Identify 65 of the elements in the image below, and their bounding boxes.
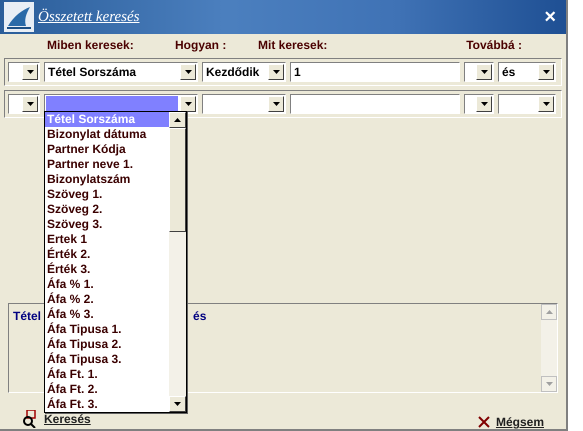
column-header: Továbbá : [465,37,522,54]
dropdown-item[interactable]: Áfa Ft. 2. [45,382,169,397]
window-title: Összetett keresés [38,8,140,27]
sail-logo-icon [4,2,34,32]
dropdown-item[interactable]: Partner Kódja [45,142,169,157]
dropdown-item[interactable]: Áfa Ft. 1. [45,367,169,382]
dropdown-arrow-button[interactable] [22,96,38,112]
summary-text: Tétel [13,308,42,325]
dropdown-arrow-button[interactable] [22,64,38,80]
caret-icon [26,70,34,74]
suffix-combo[interactable] [464,94,494,114]
dropdown-item[interactable]: Szöveg 3. [45,217,169,232]
value-field[interactable]: 1 [290,62,460,82]
search-icon [22,410,38,428]
dropdown-item[interactable]: Ertek 1 [45,232,169,247]
caret-icon [542,102,550,106]
dropdown-item[interactable]: Bizonylat dátuma [45,127,169,142]
dropdown-item[interactable]: Áfa % 3. [45,307,169,322]
dropdown-arrow-button[interactable] [180,64,196,80]
dropdown-item[interactable]: Érték 3. [45,262,169,277]
dropdown-item[interactable]: Áfa % 2. [45,292,169,307]
dropdown-item[interactable]: Érték 2. [45,247,169,262]
search-button[interactable]: Keresés [22,410,91,428]
dropdown-arrow-button[interactable] [476,96,492,112]
caret-icon [26,102,34,106]
dropdown-arrow-button[interactable] [538,64,554,80]
scrollbar[interactable] [169,112,186,412]
caret-icon [184,102,192,106]
method-combo[interactable] [202,94,286,114]
dropdown-item[interactable]: Áfa Tipusa 1. [45,322,169,337]
next-combo[interactable]: és [498,62,556,82]
dropdown-item[interactable]: Szöveg 1. [45,187,169,202]
dropdown-arrow-button[interactable] [476,64,492,80]
field-combo[interactable]: Tétel Sorszáma [44,62,198,82]
close-icon [478,416,490,428]
close-button[interactable]: × [544,7,562,27]
prefix-combo[interactable] [8,62,40,82]
dropdown-arrow-button[interactable] [538,96,554,112]
dropdown-item[interactable]: Áfa Tipusa 2. [45,337,169,352]
caret-icon [184,70,192,74]
value-field[interactable] [290,94,460,114]
dropdown-arrow-button[interactable] [180,96,196,112]
method-combo[interactable]: Kezdődik [202,62,286,82]
column-header: Mit keresek: [257,37,328,54]
dropdown-item[interactable]: Partner neve 1. [45,157,169,172]
caret-icon [272,102,280,106]
caret-icon [272,70,280,74]
summary-text: és [193,308,206,325]
caret-icon [480,102,488,106]
dropdown-arrow-button[interactable] [268,96,284,112]
column-header: Miben keresek: [46,37,135,54]
prefix-combo[interactable] [8,94,40,114]
dropdown-item[interactable]: Szöveg 2. [45,202,169,217]
next-combo[interactable] [498,94,556,114]
dropdown-item[interactable]: Áfa Tipusa 3. [45,352,169,367]
dropdown-item[interactable]: Áfa % 1. [45,277,169,292]
caret-icon [542,70,550,74]
dropdown-item[interactable]: Áfa Ft. 3. [45,397,169,412]
caret-icon [480,70,488,74]
dropdown-item[interactable]: Bizonylatszám [45,172,169,187]
suffix-combo[interactable] [464,62,494,82]
dropdown-arrow-button[interactable] [268,64,284,80]
scroll-thumb[interactable] [169,128,186,232]
cancel-button[interactable]: Mégsem [478,416,544,428]
column-header: Hogyan : [174,37,228,54]
